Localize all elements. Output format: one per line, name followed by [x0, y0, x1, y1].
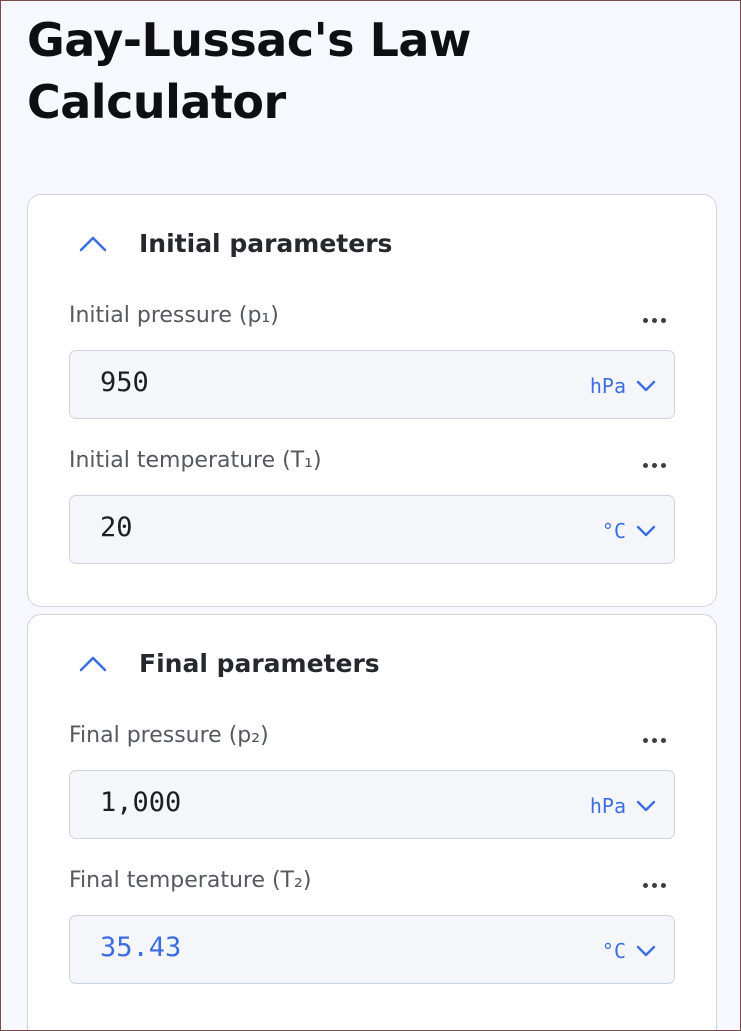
initial-pressure-input[interactable] — [100, 367, 540, 398]
more-options-icon[interactable] — [643, 880, 671, 890]
final-temperature-input[interactable] — [100, 932, 540, 963]
section-final-parameters: Final parameters Final pressure (p₂) hPa… — [27, 614, 717, 1030]
initial-pressure-field: hPa — [69, 350, 675, 419]
field-label-initial-pressure: Initial pressure (p₁) — [69, 303, 279, 328]
chevron-down-icon — [636, 945, 656, 957]
page-title: Gay-Lussac's Law Calculator — [27, 13, 471, 129]
chevron-down-icon — [636, 800, 656, 812]
unit-select[interactable]: °C — [602, 937, 656, 965]
more-options-icon[interactable] — [643, 735, 671, 745]
more-options-icon[interactable] — [643, 315, 671, 325]
calculator-page: Gay-Lussac's Law Calculator Initial para… — [0, 0, 741, 1031]
section-header-toggle[interactable]: Final parameters — [28, 615, 716, 719]
more-options-icon[interactable] — [643, 460, 671, 470]
chevron-down-icon — [636, 380, 656, 392]
field-label-final-pressure: Final pressure (p₂) — [69, 723, 269, 748]
unit-label: hPa — [589, 794, 626, 818]
field-label-initial-temperature: Initial temperature (T₁) — [69, 448, 322, 473]
section-initial-parameters: Initial parameters Initial pressure (p₁)… — [27, 194, 717, 607]
field-label-final-temperature: Final temperature (T₂) — [69, 868, 312, 893]
initial-temperature-input[interactable] — [100, 512, 540, 543]
chevron-down-icon — [636, 525, 656, 537]
section-header-toggle[interactable]: Initial parameters — [28, 195, 716, 299]
unit-select[interactable]: hPa — [590, 372, 656, 400]
chevron-up-icon — [79, 656, 107, 672]
unit-label: °C — [601, 939, 626, 963]
final-pressure-field: hPa — [69, 770, 675, 839]
unit-select[interactable]: °C — [602, 517, 656, 545]
chevron-up-icon — [79, 236, 107, 252]
final-pressure-input[interactable] — [100, 787, 540, 818]
unit-label: hPa — [589, 374, 626, 398]
section-title: Initial parameters — [139, 229, 393, 258]
initial-temperature-field: °C — [69, 495, 675, 564]
final-temperature-field: °C — [69, 915, 675, 984]
unit-select[interactable]: hPa — [590, 792, 656, 820]
unit-label: °C — [601, 519, 626, 543]
section-title: Final parameters — [139, 649, 380, 678]
